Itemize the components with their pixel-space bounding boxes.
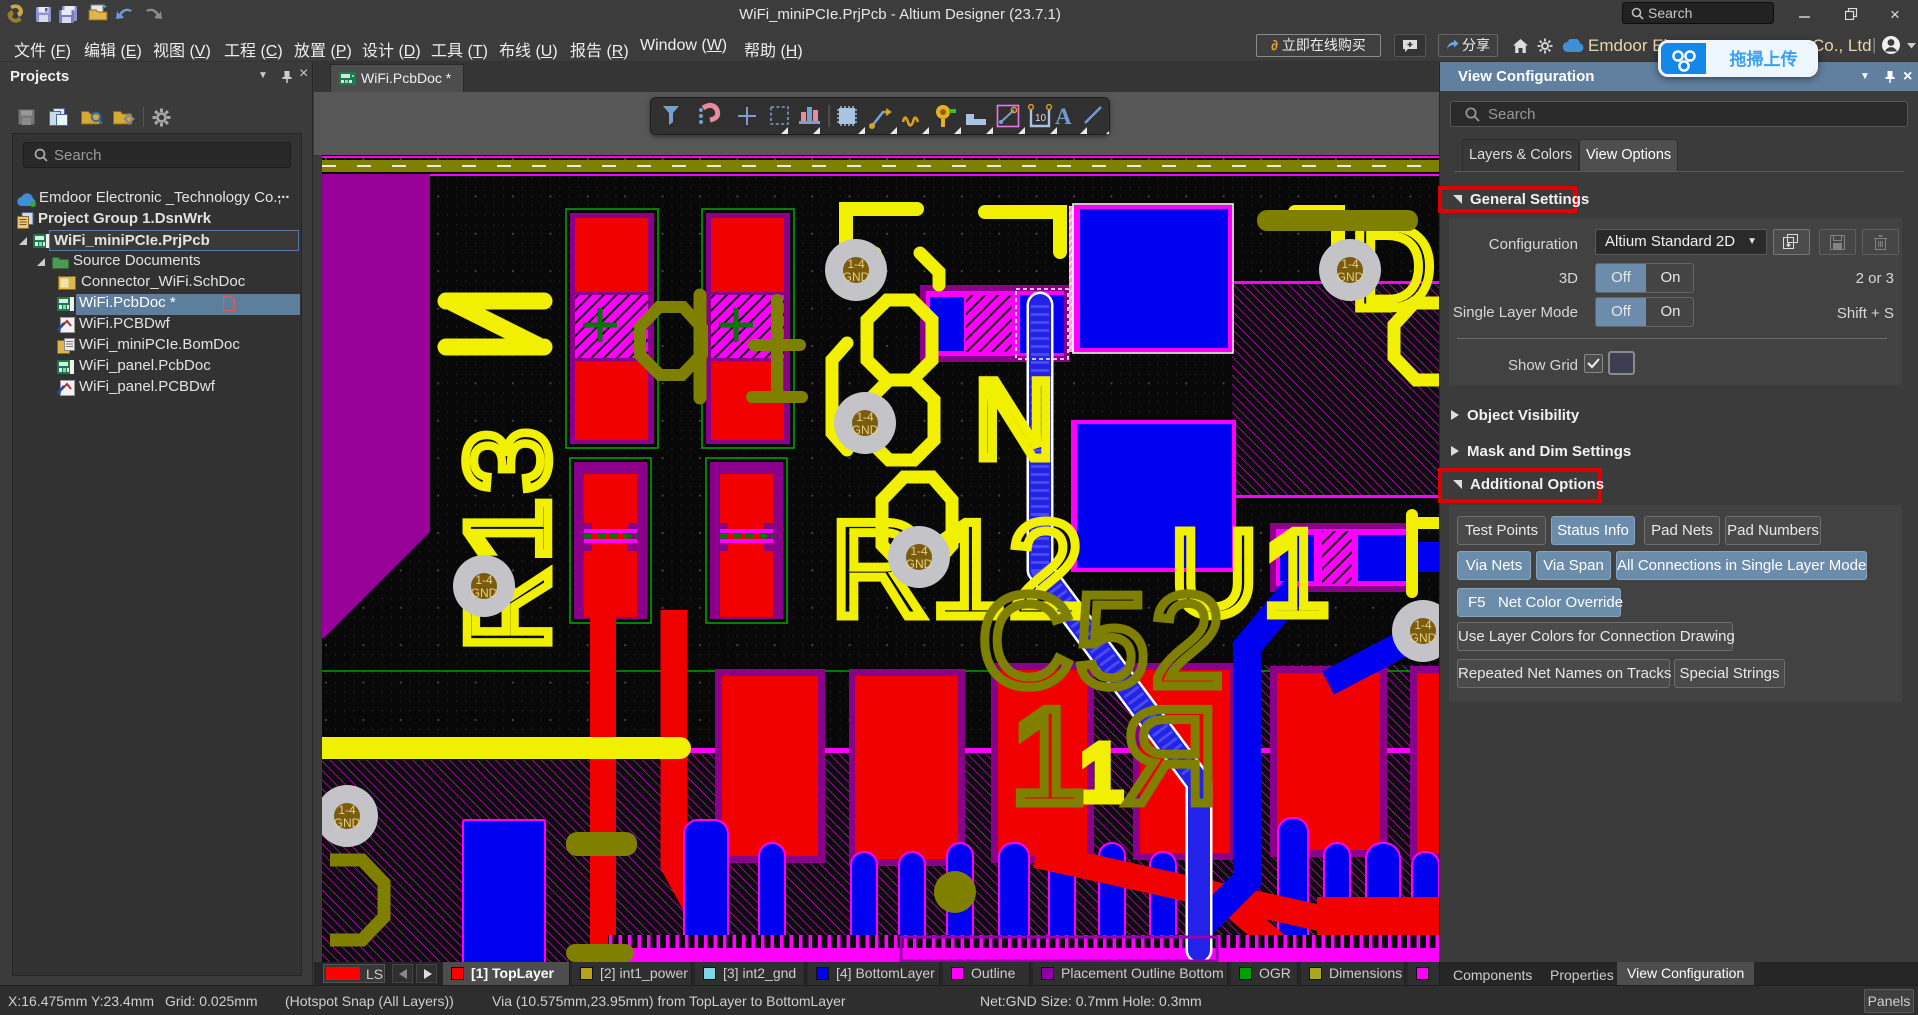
svg-text:GND: GND xyxy=(334,816,361,830)
svg-text:1-4: 1-4 xyxy=(1414,618,1432,632)
svg-text:GND: GND xyxy=(852,423,879,437)
svg-text:N: N xyxy=(974,357,1055,482)
svg-text:1-4: 1-4 xyxy=(475,573,493,587)
svg-text:1-4: 1-4 xyxy=(338,803,356,817)
svg-text:GND: GND xyxy=(1410,631,1437,645)
svg-text:1: 1 xyxy=(1010,680,1086,832)
svg-text:GND: GND xyxy=(906,557,933,571)
svg-text:GND: GND xyxy=(843,270,870,284)
svg-text:R13: R13 xyxy=(442,424,574,652)
svg-text:A: A xyxy=(1055,104,1072,129)
svg-text:1: 1 xyxy=(1079,728,1124,817)
svg-text:10: 10 xyxy=(1035,113,1047,124)
svg-text:1-4: 1-4 xyxy=(856,410,874,424)
svg-text:1-4: 1-4 xyxy=(910,544,928,558)
svg-text:1-4: 1-4 xyxy=(847,257,865,271)
svg-text:GND: GND xyxy=(1337,270,1364,284)
svg-text:GND: GND xyxy=(471,586,498,600)
svg-text:1-4: 1-4 xyxy=(1341,257,1359,271)
svg-text:R: R xyxy=(1121,680,1219,832)
